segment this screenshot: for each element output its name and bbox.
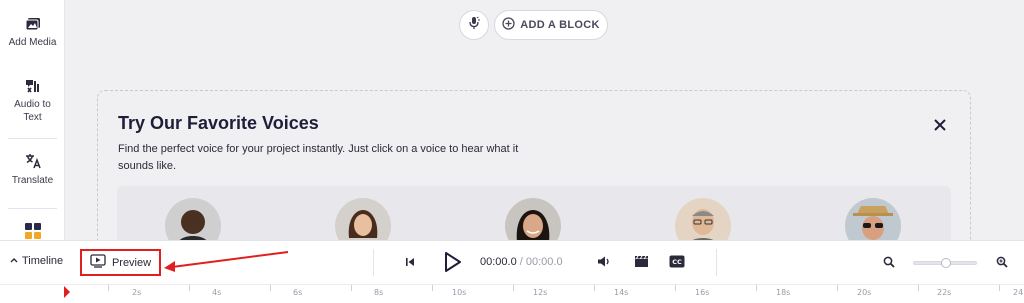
toolbar-divider — [373, 249, 374, 276]
play-icon — [442, 250, 464, 279]
editor-canvas: ADD A BLOCK Try Our Favorite Voices Find… — [66, 0, 1024, 240]
timeline-toggle-button[interactable]: Timeline — [10, 255, 63, 267]
skip-back-button[interactable] — [404, 255, 416, 273]
play-button[interactable] — [442, 250, 464, 279]
clapperboard-icon — [634, 255, 649, 273]
add-block-label: ADD A BLOCK — [520, 19, 600, 31]
volume-icon — [597, 255, 611, 273]
zoom-slider-handle[interactable] — [941, 258, 951, 268]
sidebar-divider — [8, 208, 57, 209]
annotation-arrow — [164, 251, 289, 272]
skip-back-icon — [404, 255, 416, 273]
zoom-in-icon — [996, 255, 1008, 273]
voice-avatar-1[interactable] — [165, 198, 221, 240]
ruler-tick — [351, 285, 352, 291]
sidebar-item-templates[interactable] — [0, 222, 65, 240]
ruler-label: 2s — [132, 288, 142, 297]
svg-text:CC: CC — [672, 258, 682, 266]
sidebar-divider — [8, 138, 57, 139]
ruler-tick — [108, 285, 109, 291]
preview-label: Preview — [111, 256, 152, 269]
voices-description: Find the perfect voice for your project … — [118, 143, 519, 172]
close-voices-button[interactable] — [932, 117, 948, 133]
ruler-tick — [513, 285, 514, 291]
close-icon — [932, 119, 948, 137]
closed-captions-icon: CC — [669, 255, 685, 273]
ruler-tick — [594, 285, 595, 291]
volume-button[interactable] — [597, 255, 611, 273]
zoom-out-button[interactable] — [883, 255, 895, 273]
ruler-tick — [189, 285, 190, 291]
ruler-label: 18s — [776, 288, 791, 297]
sidebar-item-translate[interactable]: Translate — [0, 152, 65, 187]
zoom-in-button[interactable] — [996, 255, 1008, 273]
ruler-tick — [432, 285, 433, 291]
timeline-ruler[interactable]: 2s 4s 6s 8s 10s 12s 14s 16s 18s 20s 22s … — [0, 284, 1024, 303]
sidebar-item-label: Add Media — [8, 37, 57, 48]
voices-title: Try Our Favorite Voices — [118, 113, 319, 133]
ruler-label: 6s — [293, 288, 303, 297]
playback-time: 00:00.0 / 00:00.0 — [480, 256, 563, 268]
toolbar-divider — [716, 249, 717, 276]
ruler-label: 22s — [937, 288, 952, 297]
voice-avatar-2[interactable] — [335, 198, 391, 240]
total-time: 00:00.0 — [525, 256, 563, 268]
preview-button[interactable]: Preview — [80, 249, 161, 276]
favorite-voices-card: Try Our Favorite Voices Find the perfect… — [97, 90, 971, 240]
ruler-label: 8s — [374, 288, 384, 297]
plus-circle-icon — [502, 17, 515, 33]
ruler-tick — [837, 285, 838, 291]
microphone-icon — [467, 16, 481, 35]
ruler-label: 16s — [695, 288, 710, 297]
ruler-label: 10s — [452, 288, 467, 297]
ruler-tick — [918, 285, 919, 291]
voice-avatar-3[interactable] — [505, 198, 561, 240]
translate-icon — [24, 152, 42, 170]
voice-avatar-5[interactable] — [845, 198, 901, 240]
timeline-toolbar: Timeline Preview 00:00.0 / 00:00.0 CC — [0, 240, 1024, 284]
scene-button[interactable] — [634, 255, 649, 273]
time-separator: / — [516, 256, 526, 268]
ruler-label: 14s — [614, 288, 629, 297]
zoom-slider[interactable] — [913, 258, 977, 268]
ruler-label: 20s — [857, 288, 872, 297]
sidebar-item-label: Audio to Text — [14, 99, 51, 123]
audio-to-text-icon — [24, 78, 42, 94]
sidebar-item-add-media[interactable]: Add Media — [0, 16, 65, 49]
playhead-marker[interactable] — [64, 286, 70, 298]
sidebar-item-audio-to-text[interactable]: Audio to Text — [0, 78, 65, 124]
ruler-label: 12s — [533, 288, 548, 297]
sidebar-item-label: Translate — [11, 175, 54, 186]
add-block-button[interactable]: ADD A BLOCK — [494, 10, 608, 40]
ruler-label: 4s — [212, 288, 222, 297]
timeline-label: Timeline — [22, 255, 64, 267]
ruler-label: 24 — [1013, 288, 1024, 297]
chevron-up-icon — [10, 255, 18, 267]
ruler-tick — [270, 285, 271, 291]
ruler-tick — [675, 285, 676, 291]
voice-record-button[interactable] — [459, 10, 489, 40]
captions-button[interactable]: CC — [669, 255, 685, 273]
ruler-tick — [999, 285, 1000, 291]
ruler-tick — [756, 285, 757, 291]
voice-avatar-4[interactable] — [675, 198, 731, 240]
current-time: 00:00.0 — [480, 256, 517, 268]
zoom-out-icon — [883, 255, 895, 273]
sidebar: Add Media Audio to Text Translate — [0, 0, 65, 240]
add-media-icon — [25, 16, 41, 32]
preview-icon — [90, 254, 106, 271]
templates-icon — [24, 222, 42, 240]
voices-list — [117, 186, 951, 240]
